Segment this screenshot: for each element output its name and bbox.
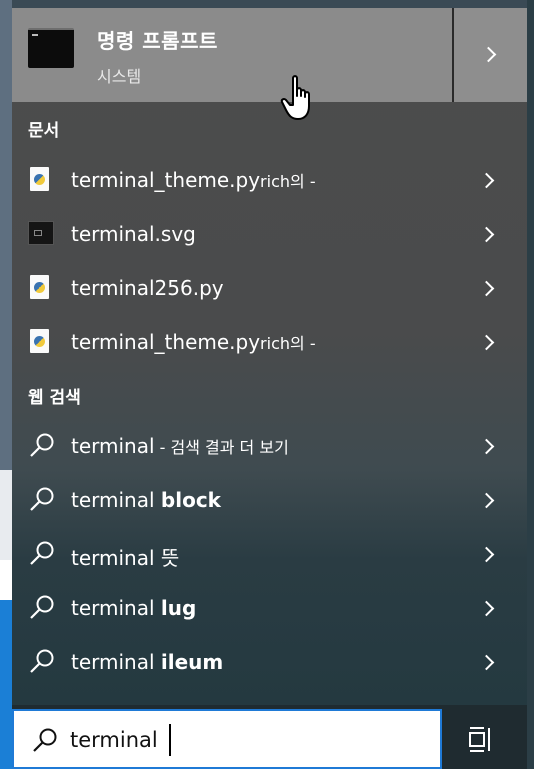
suggestion-extra: - 검색 결과 더 보기: [154, 438, 289, 457]
background-app-strip: [0, 0, 12, 769]
document-location: rich: [260, 172, 291, 191]
svg-file-icon: [28, 221, 54, 245]
panel-edge: [527, 0, 534, 769]
cmd-icon: [28, 28, 74, 68]
search-icon: [30, 649, 54, 673]
chevron-right-icon[interactable]: [478, 654, 495, 671]
best-match-subtitle: 시스템: [97, 67, 142, 86]
web-search-suggestion[interactable]: terminal - 검색 결과 더 보기: [12, 419, 527, 473]
document-name: terminal256.py: [71, 276, 224, 300]
document-result[interactable]: terminal_theme.pyrich의 -: [12, 153, 527, 207]
document-location-suffix: 의 -: [290, 334, 316, 353]
document-name: terminal_theme.py: [71, 168, 261, 192]
python-file-icon: [30, 167, 49, 191]
chevron-right-icon[interactable]: [478, 600, 495, 617]
hand-cursor-icon: [280, 75, 310, 120]
suggestion-text: terminal: [71, 596, 161, 620]
search-results-panel: 명령 프롬프트 시스템 문서 terminal_theme.pyrich의 - …: [12, 0, 527, 705]
suggestion-text: terminal 뜻: [71, 546, 180, 570]
search-icon: [30, 541, 54, 565]
document-location-suffix: 의 -: [290, 172, 316, 191]
suggestion-completion: lug: [160, 596, 197, 620]
web-search-suggestion[interactable]: terminal lug: [12, 581, 527, 635]
search-box[interactable]: [12, 709, 442, 769]
chevron-right-icon[interactable]: [478, 280, 495, 297]
suggestion-text: terminal: [71, 650, 161, 674]
document-result[interactable]: terminal256.py: [12, 261, 527, 315]
python-file-icon: [30, 275, 49, 299]
section-documents-heading: 문서: [28, 121, 60, 141]
python-file-icon: [30, 329, 49, 353]
search-icon: [30, 595, 54, 619]
suggestion-text: terminal: [71, 488, 161, 512]
chevron-right-icon: [480, 46, 497, 63]
best-match-expand-button[interactable]: [454, 8, 527, 102]
suggestion-text: terminal: [71, 434, 155, 458]
best-match-title: 명령 프롬프트: [97, 29, 218, 53]
chevron-right-icon[interactable]: [478, 546, 495, 563]
suggestion-completion: block: [160, 488, 221, 512]
search-icon: [30, 487, 54, 511]
document-location: rich: [260, 334, 291, 353]
task-view-icon[interactable]: [466, 725, 494, 753]
panel-top-accent: [12, 0, 527, 8]
search-input[interactable]: [70, 724, 410, 756]
web-search-suggestion[interactable]: terminal 뜻: [12, 527, 527, 581]
best-match-open[interactable]: 명령 프롬프트 시스템: [12, 8, 452, 102]
chevron-right-icon[interactable]: [478, 492, 495, 509]
web-search-suggestion[interactable]: terminal ileum: [12, 635, 527, 689]
section-web-search-heading: 웹 검색: [28, 388, 81, 408]
chevron-right-icon[interactable]: [478, 226, 495, 243]
suggestion-completion: ileum: [160, 650, 224, 674]
chevron-right-icon[interactable]: [478, 334, 495, 351]
document-name: terminal_theme.py: [71, 330, 261, 354]
search-icon: [30, 433, 54, 457]
text-caret: [169, 724, 171, 756]
web-search-suggestion[interactable]: terminal block: [12, 473, 527, 527]
document-result[interactable]: terminal_theme.pyrich의 -: [12, 315, 527, 369]
best-match-result[interactable]: 명령 프롬프트 시스템: [12, 8, 527, 120]
chevron-right-icon[interactable]: [478, 172, 495, 189]
chevron-right-icon[interactable]: [478, 438, 495, 455]
document-name: terminal.svg: [71, 222, 196, 246]
document-result[interactable]: terminal.svg: [12, 207, 527, 261]
search-icon: [33, 728, 57, 752]
